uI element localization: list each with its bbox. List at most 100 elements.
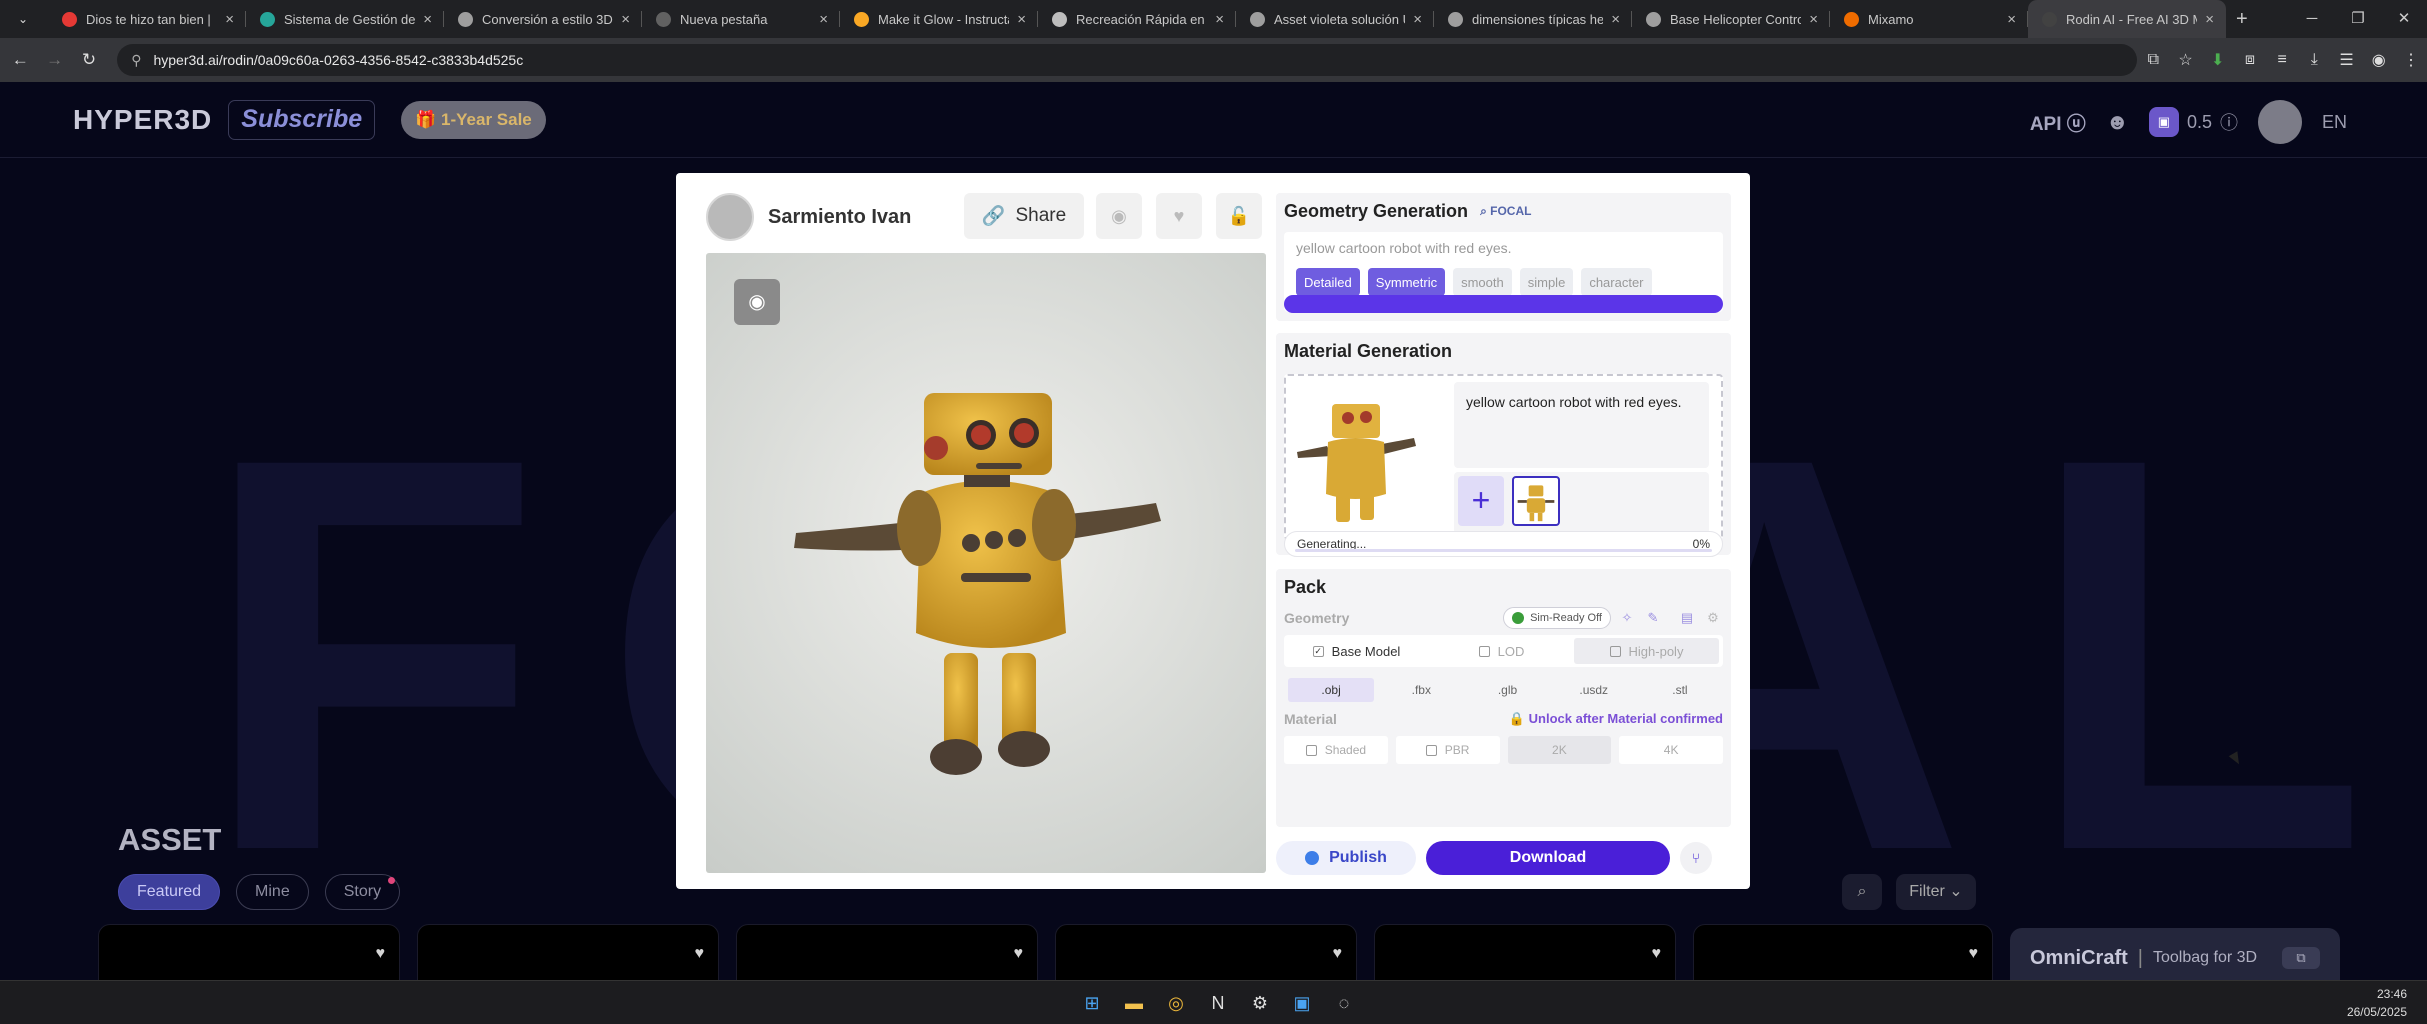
- style-chip[interactable]: Symmetric: [1367, 268, 1446, 296]
- install-icon[interactable]: ⧉: [2137, 51, 2169, 69]
- style-chip[interactable]: smooth: [1453, 268, 1512, 296]
- heart-icon[interactable]: ♥: [695, 945, 705, 963]
- author-name[interactable]: Sarmiento Ivan: [768, 206, 911, 229]
- visibility-icon[interactable]: ◉: [1096, 193, 1142, 239]
- pbr-option[interactable]: PBR: [1395, 736, 1500, 764]
- sale-button[interactable]: 🎁 1-Year Sale: [401, 100, 546, 139]
- close-tab-icon[interactable]: ×: [621, 11, 630, 28]
- resolution-2k[interactable]: 2K: [1507, 736, 1612, 764]
- system-clock[interactable]: 23:46 26/05/2025: [2347, 985, 2407, 1021]
- heart-icon[interactable]: ♥: [376, 945, 386, 963]
- api-link[interactable]: API ⓤ: [2030, 109, 2086, 136]
- material-prompt[interactable]: yellow cartoon robot with red eyes.: [1454, 382, 1709, 468]
- tab-story[interactable]: Story: [324, 874, 401, 910]
- reference-thumbnail[interactable]: [1512, 476, 1560, 526]
- omnicraft-widget[interactable]: OmniCraft | Toolbag for 3D ⧉: [2010, 928, 2340, 980]
- downloads-icon[interactable]: ⤓: [2298, 51, 2330, 69]
- heart-icon[interactable]: ♥: [1014, 945, 1024, 963]
- browser-tab[interactable]: Asset violeta solución Uni ×: [1236, 0, 1434, 38]
- style-chip[interactable]: simple: [1519, 268, 1574, 296]
- unlock-icon[interactable]: 🔓: [1216, 193, 1262, 239]
- url-field[interactable]: ⚲ hyper3d.ai/rodin/0a09c60a-0263-4356-85…: [117, 44, 2138, 76]
- format-option[interactable]: .glb: [1464, 678, 1550, 702]
- browser-tab[interactable]: Dios te hizo tan bien | ×: [48, 0, 246, 38]
- high-poly-option[interactable]: High-poly: [1574, 638, 1719, 664]
- notion-icon[interactable]: N: [1202, 987, 1234, 1019]
- sparkle-icon[interactable]: ✧: [1617, 610, 1637, 626]
- heart-icon[interactable]: ♥: [1333, 945, 1343, 963]
- asset-card[interactable]: ♥: [98, 924, 400, 980]
- shaded-option[interactable]: Shaded: [1284, 736, 1388, 764]
- browser-tab[interactable]: Nueva pestaña ×: [642, 0, 840, 38]
- credits-display[interactable]: ▣ 0.5 ⓘ: [2148, 107, 2238, 137]
- asset-card[interactable]: ♥: [736, 924, 1038, 980]
- extensions-icon[interactable]: ⧈: [2234, 51, 2266, 69]
- discord-icon[interactable]: ☻: [2106, 109, 2129, 135]
- profile-icon[interactable]: ◉: [2363, 50, 2395, 70]
- windows-start-icon[interactable]: ⊞: [1076, 987, 1108, 1019]
- layout-icon[interactable]: ▤: [1677, 610, 1697, 626]
- recording-icon[interactable]: ◌: [1328, 987, 1360, 1019]
- site-info-icon[interactable]: ⚲: [131, 52, 141, 69]
- browser-tab[interactable]: Sistema de Gestión de Pr ×: [246, 0, 444, 38]
- asset-card[interactable]: ♥: [1055, 924, 1357, 980]
- close-tab-icon[interactable]: ×: [1611, 11, 1620, 28]
- format-option[interactable]: .fbx: [1378, 678, 1464, 702]
- info-icon[interactable]: ⓘ: [2220, 109, 2238, 135]
- publish-button[interactable]: Publish: [1276, 841, 1416, 875]
- media-icon[interactable]: ≡: [2266, 51, 2298, 69]
- browser-tab[interactable]: Conversión a estilo 3D ×: [444, 0, 642, 38]
- style-chip[interactable]: Detailed: [1296, 268, 1360, 296]
- close-tab-icon[interactable]: ×: [423, 11, 432, 28]
- user-avatar[interactable]: [2257, 100, 2302, 144]
- asset-card[interactable]: ♥: [1693, 924, 1993, 980]
- asset-card[interactable]: ♥: [1374, 924, 1676, 980]
- tab-mine[interactable]: Mine: [236, 874, 309, 910]
- close-tab-icon[interactable]: ×: [1215, 11, 1224, 28]
- chrome-icon[interactable]: ◎: [1160, 987, 1192, 1019]
- browser-tab[interactable]: Rodin AI - Free AI 3D Mod ×: [2028, 0, 2226, 38]
- fork-icon[interactable]: ⑂: [1680, 842, 1712, 874]
- close-window-button[interactable]: ✕: [2381, 0, 2427, 38]
- reload-button[interactable]: ↻: [75, 50, 103, 70]
- share-button[interactable]: 🔗 Share: [964, 193, 1084, 239]
- new-tab-button[interactable]: +: [2236, 8, 2248, 31]
- minimize-button[interactable]: ─: [2289, 0, 2335, 38]
- copy-icon[interactable]: ⧉: [2282, 947, 2320, 969]
- search-icon[interactable]: ⌕: [1842, 874, 1882, 910]
- format-option[interactable]: .stl: [1637, 678, 1723, 702]
- download-button[interactable]: Download: [1426, 841, 1670, 875]
- asset-card[interactable]: ♥: [417, 924, 719, 980]
- sim-ready-toggle[interactable]: Sim-Ready Off: [1503, 607, 1611, 629]
- style-chip[interactable]: character: [1581, 268, 1652, 296]
- file-explorer-icon[interactable]: ▬: [1118, 987, 1150, 1019]
- close-tab-icon[interactable]: ×: [2205, 11, 2214, 28]
- browser-tab[interactable]: dimensiones típicas helic ×: [1434, 0, 1632, 38]
- site-logo[interactable]: HYPER3D: [73, 104, 212, 136]
- browser-tab[interactable]: Recreación Rápida en Uni ×: [1038, 0, 1236, 38]
- settings-app-icon[interactable]: ⚙: [1244, 987, 1276, 1019]
- close-tab-icon[interactable]: ×: [1809, 11, 1818, 28]
- base-model-option[interactable]: ✓ Base Model: [1284, 638, 1429, 664]
- photos-icon[interactable]: ▣: [1286, 987, 1318, 1019]
- tab-search-icon[interactable]: ⌄: [8, 12, 38, 26]
- lod-option[interactable]: LOD: [1429, 638, 1574, 664]
- filter-button[interactable]: Filter ⌄: [1896, 874, 1976, 910]
- format-option[interactable]: .usdz: [1551, 678, 1637, 702]
- close-tab-icon[interactable]: ×: [1413, 11, 1422, 28]
- edit-icon[interactable]: ✎: [1643, 610, 1663, 626]
- resolution-4k[interactable]: 4K: [1619, 736, 1723, 764]
- model-viewer[interactable]: ◉: [706, 253, 1266, 873]
- back-button[interactable]: ←: [6, 50, 34, 70]
- tab-search-list-icon[interactable]: ☰: [2330, 50, 2362, 70]
- subscribe-button[interactable]: Subscribe: [228, 99, 376, 140]
- maximize-button[interactable]: ❐: [2335, 0, 2381, 38]
- settings-icon[interactable]: ⚙: [1703, 610, 1723, 626]
- like-icon[interactable]: ♥: [1156, 193, 1202, 239]
- extension-download-icon[interactable]: ⬇: [2202, 50, 2234, 70]
- heart-icon[interactable]: ♥: [1969, 945, 1979, 963]
- heart-icon[interactable]: ♥: [1652, 945, 1662, 963]
- forward-button[interactable]: →: [40, 50, 68, 70]
- author-avatar[interactable]: [706, 193, 754, 241]
- close-tab-icon[interactable]: ×: [2007, 11, 2016, 28]
